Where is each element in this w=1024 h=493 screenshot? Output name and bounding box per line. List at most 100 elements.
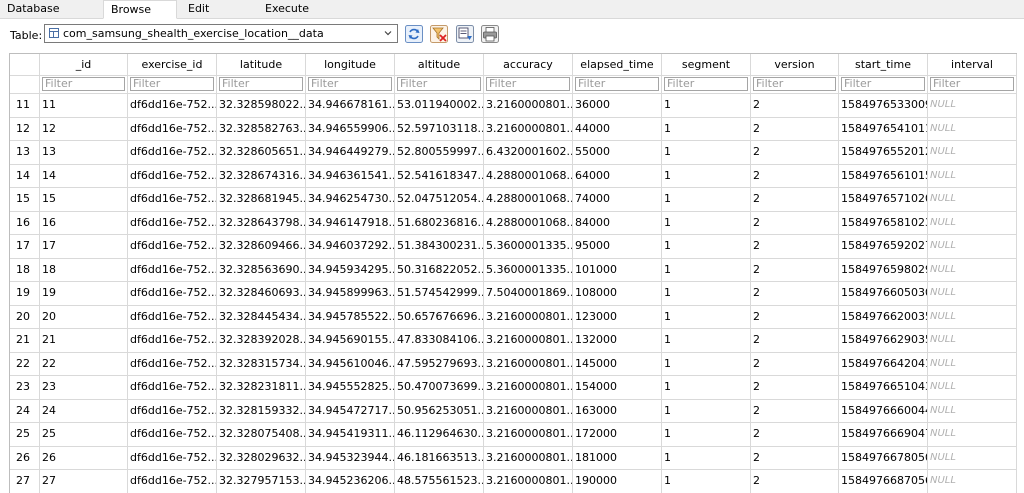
cell-elapsed-time[interactable]: 36000: [573, 94, 662, 118]
cell-version[interactable]: 2: [751, 423, 839, 447]
cell-segment[interactable]: 1: [662, 470, 751, 493]
cell-version[interactable]: 2: [751, 399, 839, 423]
cell-exercise-id[interactable]: df6dd16e-752...: [128, 188, 217, 212]
column-header-interval[interactable]: interval: [928, 54, 1017, 76]
cell-latitude[interactable]: 32.328643798...: [217, 211, 306, 235]
filter-input-longitude[interactable]: Filter: [308, 77, 392, 91]
cell-interval[interactable]: NULL: [928, 188, 1017, 212]
cell-longitude[interactable]: 34.946037292...: [306, 235, 395, 259]
cell-altitude[interactable]: 50.470073699...: [395, 376, 484, 400]
cell-exercise-id[interactable]: df6dd16e-752...: [128, 211, 217, 235]
filter-input-segment[interactable]: Filter: [664, 77, 748, 91]
cell-exercise-id[interactable]: df6dd16e-752...: [128, 94, 217, 118]
cell-accuracy[interactable]: 3.2160000801...: [484, 94, 573, 118]
cell-segment[interactable]: 1: [662, 446, 751, 470]
cell-version[interactable]: 2: [751, 446, 839, 470]
row-number[interactable]: 13: [10, 141, 40, 165]
cell-interval[interactable]: NULL: [928, 399, 1017, 423]
filter-input-id[interactable]: Filter: [42, 77, 125, 91]
cell-segment[interactable]: 1: [662, 188, 751, 212]
cell-exercise-id[interactable]: df6dd16e-752...: [128, 235, 217, 259]
row-number[interactable]: 11: [10, 94, 40, 118]
cell-altitude[interactable]: 46.181663513...: [395, 446, 484, 470]
cell-start-time[interactable]: 1584976552012: [839, 141, 928, 165]
cell-altitude[interactable]: 50.956253051...: [395, 399, 484, 423]
cell-exercise-id[interactable]: df6dd16e-752...: [128, 117, 217, 141]
cell-id[interactable]: 16: [40, 211, 128, 235]
cell-id[interactable]: 14: [40, 164, 128, 188]
cell-segment[interactable]: 1: [662, 235, 751, 259]
column-header-longitude[interactable]: longitude: [306, 54, 395, 76]
table-row[interactable]: 13 13 df6dd16e-752... 32.328605651... 34.946…: [10, 141, 1017, 165]
cell-version[interactable]: 2: [751, 282, 839, 306]
cell-interval[interactable]: NULL: [928, 329, 1017, 353]
cell-elapsed-time[interactable]: 84000: [573, 211, 662, 235]
cell-id[interactable]: 20: [40, 305, 128, 329]
cell-interval[interactable]: NULL: [928, 305, 1017, 329]
cell-elapsed-time[interactable]: 64000: [573, 164, 662, 188]
cell-elapsed-time[interactable]: 123000: [573, 305, 662, 329]
cell-exercise-id[interactable]: df6dd16e-752...: [128, 423, 217, 447]
cell-segment[interactable]: 1: [662, 423, 751, 447]
table-row[interactable]: 11 11 df6dd16e-752... 32.328598022... 34.946…: [10, 94, 1017, 118]
table-row[interactable]: 17 17 df6dd16e-752... 32.328609466... 34.946…: [10, 235, 1017, 259]
tab-database-structure[interactable]: Database Structure: [0, 0, 103, 32]
tab-browse-data[interactable]: Browse Data: [103, 0, 177, 33]
cell-segment[interactable]: 1: [662, 141, 751, 165]
refresh-icon[interactable]: [404, 24, 424, 44]
cell-longitude[interactable]: 34.946449279...: [306, 141, 395, 165]
table-row[interactable]: 21 21 df6dd16e-752... 32.328392028... 34.945…: [10, 329, 1017, 353]
cell-version[interactable]: 2: [751, 470, 839, 493]
cell-elapsed-time[interactable]: 108000: [573, 282, 662, 306]
cell-accuracy[interactable]: 3.2160000801...: [484, 446, 573, 470]
cell-longitude[interactable]: 34.945610046...: [306, 352, 395, 376]
cell-accuracy[interactable]: 3.2160000801...: [484, 352, 573, 376]
cell-elapsed-time[interactable]: 154000: [573, 376, 662, 400]
cell-altitude[interactable]: 51.680236816...: [395, 211, 484, 235]
table-row[interactable]: 12 12 df6dd16e-752... 32.328582763... 34.946…: [10, 117, 1017, 141]
cell-start-time[interactable]: 1584976669047: [839, 423, 928, 447]
cell-segment[interactable]: 1: [662, 117, 751, 141]
cell-longitude[interactable]: 34.945690155...: [306, 329, 395, 353]
cell-version[interactable]: 2: [751, 188, 839, 212]
cell-start-time[interactable]: 1584976687056: [839, 470, 928, 493]
cell-accuracy[interactable]: 6.4320001602...: [484, 141, 573, 165]
cell-id[interactable]: 17: [40, 235, 128, 259]
cell-elapsed-time[interactable]: 74000: [573, 188, 662, 212]
cell-start-time[interactable]: 1584976581023: [839, 211, 928, 235]
cell-version[interactable]: 2: [751, 376, 839, 400]
table-row[interactable]: 27 27 df6dd16e-752... 32.327957153... 34.945…: [10, 470, 1017, 493]
cell-latitude[interactable]: 32.328392028...: [217, 329, 306, 353]
cell-altitude[interactable]: 53.011940002...: [395, 94, 484, 118]
cell-version[interactable]: 2: [751, 305, 839, 329]
cell-elapsed-time[interactable]: 163000: [573, 399, 662, 423]
cell-segment[interactable]: 1: [662, 211, 751, 235]
cell-altitude[interactable]: 52.047512054...: [395, 188, 484, 212]
cell-start-time[interactable]: 1584976592027: [839, 235, 928, 259]
cell-start-time[interactable]: 1584976561015: [839, 164, 928, 188]
cell-longitude[interactable]: 34.945236206...: [306, 470, 395, 493]
column-header-id[interactable]: _id: [40, 54, 128, 76]
cell-interval[interactable]: NULL: [928, 470, 1017, 493]
cell-longitude[interactable]: 34.946678161...: [306, 94, 395, 118]
cell-interval[interactable]: NULL: [928, 141, 1017, 165]
cell-longitude[interactable]: 34.946559906...: [306, 117, 395, 141]
cell-interval[interactable]: NULL: [928, 446, 1017, 470]
cell-id[interactable]: 24: [40, 399, 128, 423]
row-number[interactable]: 19: [10, 282, 40, 306]
cell-accuracy[interactable]: 4.2880001068...: [484, 188, 573, 212]
table-row[interactable]: 24 24 df6dd16e-752... 32.328159332... 34.945…: [10, 399, 1017, 423]
cell-interval[interactable]: NULL: [928, 376, 1017, 400]
cell-id[interactable]: 26: [40, 446, 128, 470]
cell-elapsed-time[interactable]: 44000: [573, 117, 662, 141]
cell-latitude[interactable]: 32.328231811...: [217, 376, 306, 400]
cell-elapsed-time[interactable]: 145000: [573, 352, 662, 376]
cell-longitude[interactable]: 34.945323944...: [306, 446, 395, 470]
cell-accuracy[interactable]: 4.2880001068...: [484, 164, 573, 188]
cell-latitude[interactable]: 32.328681945...: [217, 188, 306, 212]
cell-version[interactable]: 2: [751, 211, 839, 235]
cell-latitude[interactable]: 32.328598022...: [217, 94, 306, 118]
cell-elapsed-time[interactable]: 181000: [573, 446, 662, 470]
column-header-exercise-id[interactable]: exercise_id: [128, 54, 217, 76]
cell-longitude[interactable]: 34.946147918...: [306, 211, 395, 235]
